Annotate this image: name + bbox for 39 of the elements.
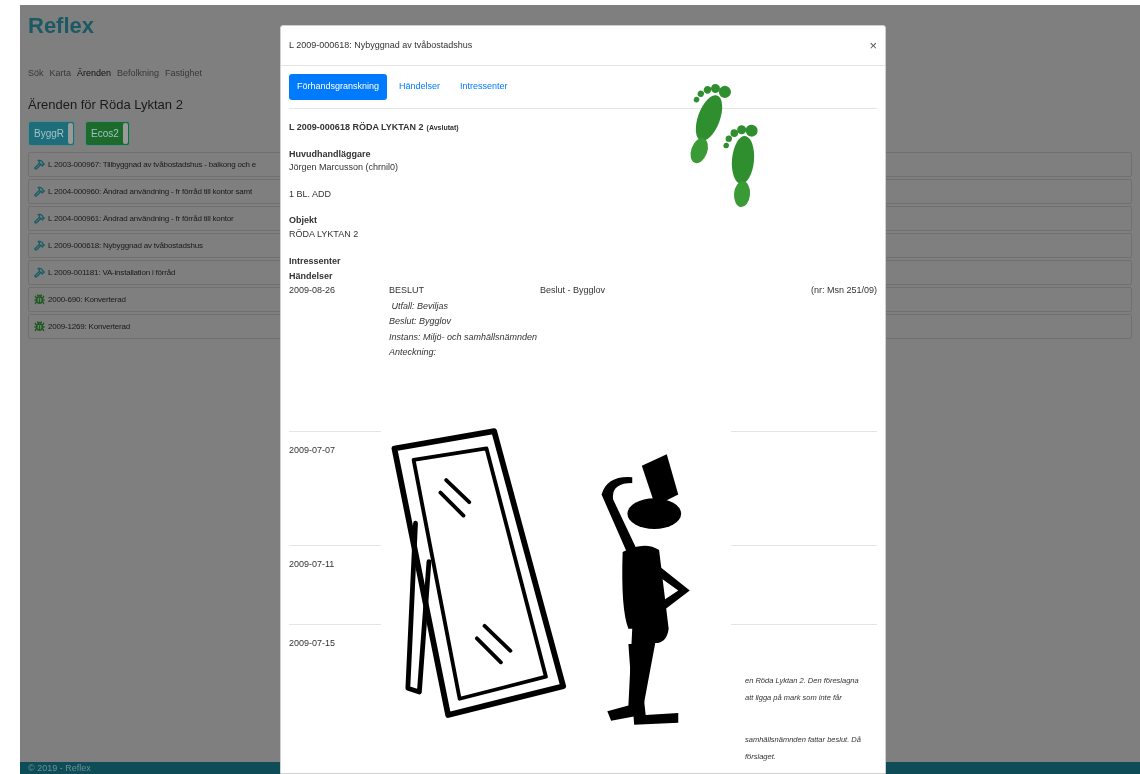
page-heading: Ärenden för Röda Lyktan 2 xyxy=(28,95,184,114)
nav-link[interactable]: Karta xyxy=(49,67,72,81)
bug-icon xyxy=(34,321,45,332)
event-detail: Beslut: Bygglov xyxy=(389,315,453,328)
event-detail: Utfall: Beviljas xyxy=(390,299,450,313)
hammer-icon xyxy=(34,186,45,197)
event-description: Beslut - Bygglov xyxy=(540,284,607,297)
section-label: Huvudhandläggare xyxy=(289,147,372,161)
section-label: Intressenter xyxy=(289,255,342,268)
hammer-icon xyxy=(34,267,45,278)
nav-link[interactable]: Sök xyxy=(28,67,44,81)
nav-link[interactable]: Befolkning xyxy=(117,67,160,81)
event-date: 2009-07-07 xyxy=(289,444,337,457)
event-detail: Anteckning: xyxy=(389,346,438,359)
close-button[interactable]: × xyxy=(869,39,877,52)
section-label: Händelser xyxy=(289,269,334,283)
hammer-icon xyxy=(34,159,45,170)
case-note: 1 BL. ADD xyxy=(289,187,333,201)
section-label: Objekt xyxy=(289,214,318,227)
event-date: 2009-08-26 xyxy=(289,284,337,297)
object-name: RÖDA LYKTAN 2 xyxy=(289,227,360,241)
event-type: BESLUT xyxy=(389,284,425,297)
dialog-tab[interactable]: Intressenter xyxy=(452,74,516,100)
dialog-title: L 2009-000618: Nybyggnad av tvåbostadshus xyxy=(289,38,473,52)
hammer-icon xyxy=(34,213,45,224)
event-date: 2009-07-11 xyxy=(289,558,336,571)
handler-name: Jörgen Marcusson (chrnil0) xyxy=(289,161,400,174)
case-title: L 2009-000618 RÖDA LYKTAN 2 xyxy=(289,121,424,134)
event-number: (nr: Msn 251/09) xyxy=(810,284,877,297)
dialog-tab[interactable]: Händelser xyxy=(391,74,449,100)
dialog-tab[interactable]: Förhandsgranskning xyxy=(289,74,388,100)
system-toggle-button[interactable]: Ecos2 xyxy=(85,121,130,146)
event-date: 2009-07-15 xyxy=(289,637,337,650)
nav-link[interactable]: Ärenden xyxy=(77,67,112,81)
bug-icon xyxy=(34,294,45,305)
nav-link[interactable]: Fastighet xyxy=(165,67,203,81)
hammer-icon xyxy=(34,240,45,251)
system-toggle-button[interactable]: ByggR xyxy=(28,121,75,146)
event-detail: Instans: Miljö- och samhällsnämnden xyxy=(389,330,539,344)
